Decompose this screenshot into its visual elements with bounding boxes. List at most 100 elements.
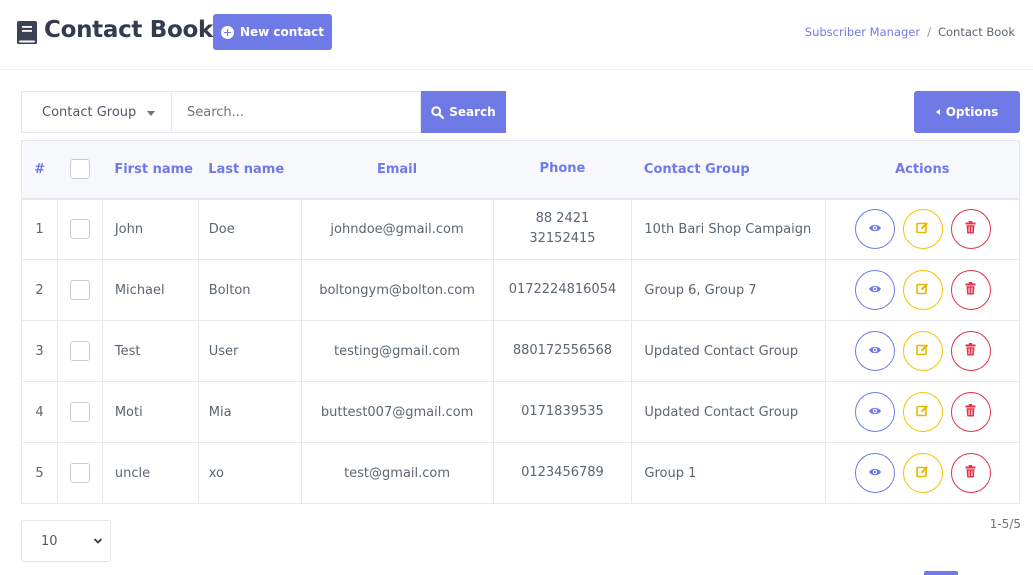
eye-icon xyxy=(868,344,882,359)
pagination-active-page[interactable] xyxy=(924,571,958,575)
caret-down-icon xyxy=(147,111,155,116)
row-select-cell xyxy=(56,320,103,382)
eye-icon xyxy=(868,222,882,237)
row-actions xyxy=(826,392,1019,432)
column-header-first-name[interactable]: First name xyxy=(102,140,199,200)
edit-icon xyxy=(916,221,929,238)
phone-line: 32152415 xyxy=(529,231,596,247)
view-button[interactable] xyxy=(854,331,895,371)
page-header: Contact Book New contact Subscriber Mana… xyxy=(0,0,1033,70)
view-button[interactable] xyxy=(854,453,895,493)
plus-circle-icon xyxy=(220,25,234,39)
phone-line: 88 2421 xyxy=(535,211,590,227)
email-cell: buttest007@gmail.com xyxy=(300,381,494,443)
row-checkbox[interactable] xyxy=(69,280,90,300)
email-cell: johndoe@gmail.com xyxy=(300,198,494,260)
actions-cell xyxy=(825,259,1020,321)
search-input[interactable] xyxy=(171,91,421,133)
edit-button[interactable] xyxy=(902,209,943,250)
per-page-value: 10 xyxy=(41,533,58,549)
first-name-cell: uncle xyxy=(101,442,199,504)
column-header-phone[interactable]: Phone xyxy=(493,140,632,200)
column-header-email[interactable]: Email xyxy=(301,140,493,200)
row-select-cell xyxy=(56,381,103,443)
row-actions xyxy=(826,453,1019,493)
row-number: 2 xyxy=(21,259,58,321)
search-icon xyxy=(431,105,445,119)
row-number: 5 xyxy=(21,442,58,504)
trash-icon xyxy=(965,464,976,482)
page-title: Contact Book xyxy=(44,17,214,43)
delete-button[interactable] xyxy=(950,209,991,250)
breadcrumb-current: Contact Book xyxy=(937,25,1015,39)
trash-icon xyxy=(965,281,976,299)
delete-button[interactable] xyxy=(950,392,991,432)
last-name-cell: Bolton xyxy=(197,259,302,321)
first-name-cell: Moti xyxy=(101,381,199,443)
pagination-range: 1-5/5 xyxy=(989,517,1021,531)
table-row: 5 uncle xo test@gmail.com 0123456789 Group 1 xyxy=(21,442,1020,504)
delete-button[interactable] xyxy=(950,453,991,493)
email-cell: test@gmail.com xyxy=(300,442,494,504)
row-actions xyxy=(826,331,1019,371)
table-row: 1 John Doe johndoe@gmail.com 88 2421 32152415… xyxy=(21,198,1020,260)
actions-cell xyxy=(825,320,1020,382)
row-number: 3 xyxy=(21,320,58,382)
row-actions xyxy=(826,270,1019,310)
last-name-cell: xo xyxy=(197,442,302,504)
caret-left-icon xyxy=(935,109,940,115)
phone-line: 0123456789 xyxy=(521,465,604,480)
search-button[interactable]: Search xyxy=(421,91,506,133)
search-toolbar: Contact Group Search xyxy=(21,91,506,133)
phone-cell: 88 2421 32152415 xyxy=(492,198,633,260)
table-row: 2 Michael Bolton boltongym@bolton.com 017222… xyxy=(21,259,1020,321)
last-name-cell: Doe xyxy=(197,198,302,260)
column-header-select xyxy=(57,140,103,200)
row-checkbox[interactable] xyxy=(69,402,90,422)
column-header-actions: Actions xyxy=(825,140,1020,200)
row-checkbox[interactable] xyxy=(69,463,90,483)
first-name-cell: John xyxy=(101,198,199,260)
options-button[interactable]: Options xyxy=(914,91,1020,133)
delete-button[interactable] xyxy=(950,331,991,371)
edit-button[interactable] xyxy=(902,392,943,432)
row-checkbox[interactable] xyxy=(69,341,90,361)
breadcrumb: Subscriber Manager / Contact Book xyxy=(805,25,1015,39)
phone-cell: 0171839535 xyxy=(492,381,633,443)
row-checkbox[interactable] xyxy=(69,219,90,240)
phone-line: 880172556568 xyxy=(512,343,613,358)
table-body: 1 John Doe johndoe@gmail.com 88 2421 32152415… xyxy=(21,198,1020,504)
column-header-last-name[interactable]: Last name xyxy=(198,140,302,200)
edit-button[interactable] xyxy=(902,331,943,371)
phone-line: 0171839535 xyxy=(521,404,604,419)
view-button[interactable] xyxy=(854,270,895,310)
edit-button[interactable] xyxy=(902,270,943,310)
new-contact-button[interactable]: New contact xyxy=(213,14,332,50)
table-row: 4 Moti Mia buttest007@gmail.com 0171839535 Up… xyxy=(21,381,1020,443)
view-button[interactable] xyxy=(854,392,895,432)
edit-icon xyxy=(916,404,929,421)
contact-group-dropdown[interactable]: Contact Group xyxy=(21,91,171,133)
column-header-num: # xyxy=(21,140,58,200)
view-button[interactable] xyxy=(854,209,895,250)
breadcrumb-parent-link[interactable]: Subscriber Manager xyxy=(805,25,920,39)
delete-button[interactable] xyxy=(950,270,991,310)
eye-icon xyxy=(868,283,882,298)
email-cell: testing@gmail.com xyxy=(300,320,494,382)
contact-group-cell: 10th Bari Shop Campaign xyxy=(631,198,827,260)
column-header-contact-group[interactable]: Contact Group xyxy=(631,140,826,200)
per-page-select[interactable]: 10 xyxy=(21,520,111,562)
edit-button[interactable] xyxy=(902,453,943,493)
actions-cell xyxy=(825,381,1020,443)
first-name-cell: Test xyxy=(101,320,199,382)
row-select-cell xyxy=(56,259,103,321)
edit-icon xyxy=(916,465,929,482)
contact-group-cell: Updated Contact Group xyxy=(631,381,827,443)
row-actions xyxy=(826,209,1019,250)
eye-icon xyxy=(868,405,882,420)
row-select-cell xyxy=(56,442,103,504)
edit-icon xyxy=(916,343,929,360)
select-all-checkbox[interactable] xyxy=(69,159,90,180)
trash-icon xyxy=(965,403,976,421)
last-name-cell: Mia xyxy=(197,381,302,443)
